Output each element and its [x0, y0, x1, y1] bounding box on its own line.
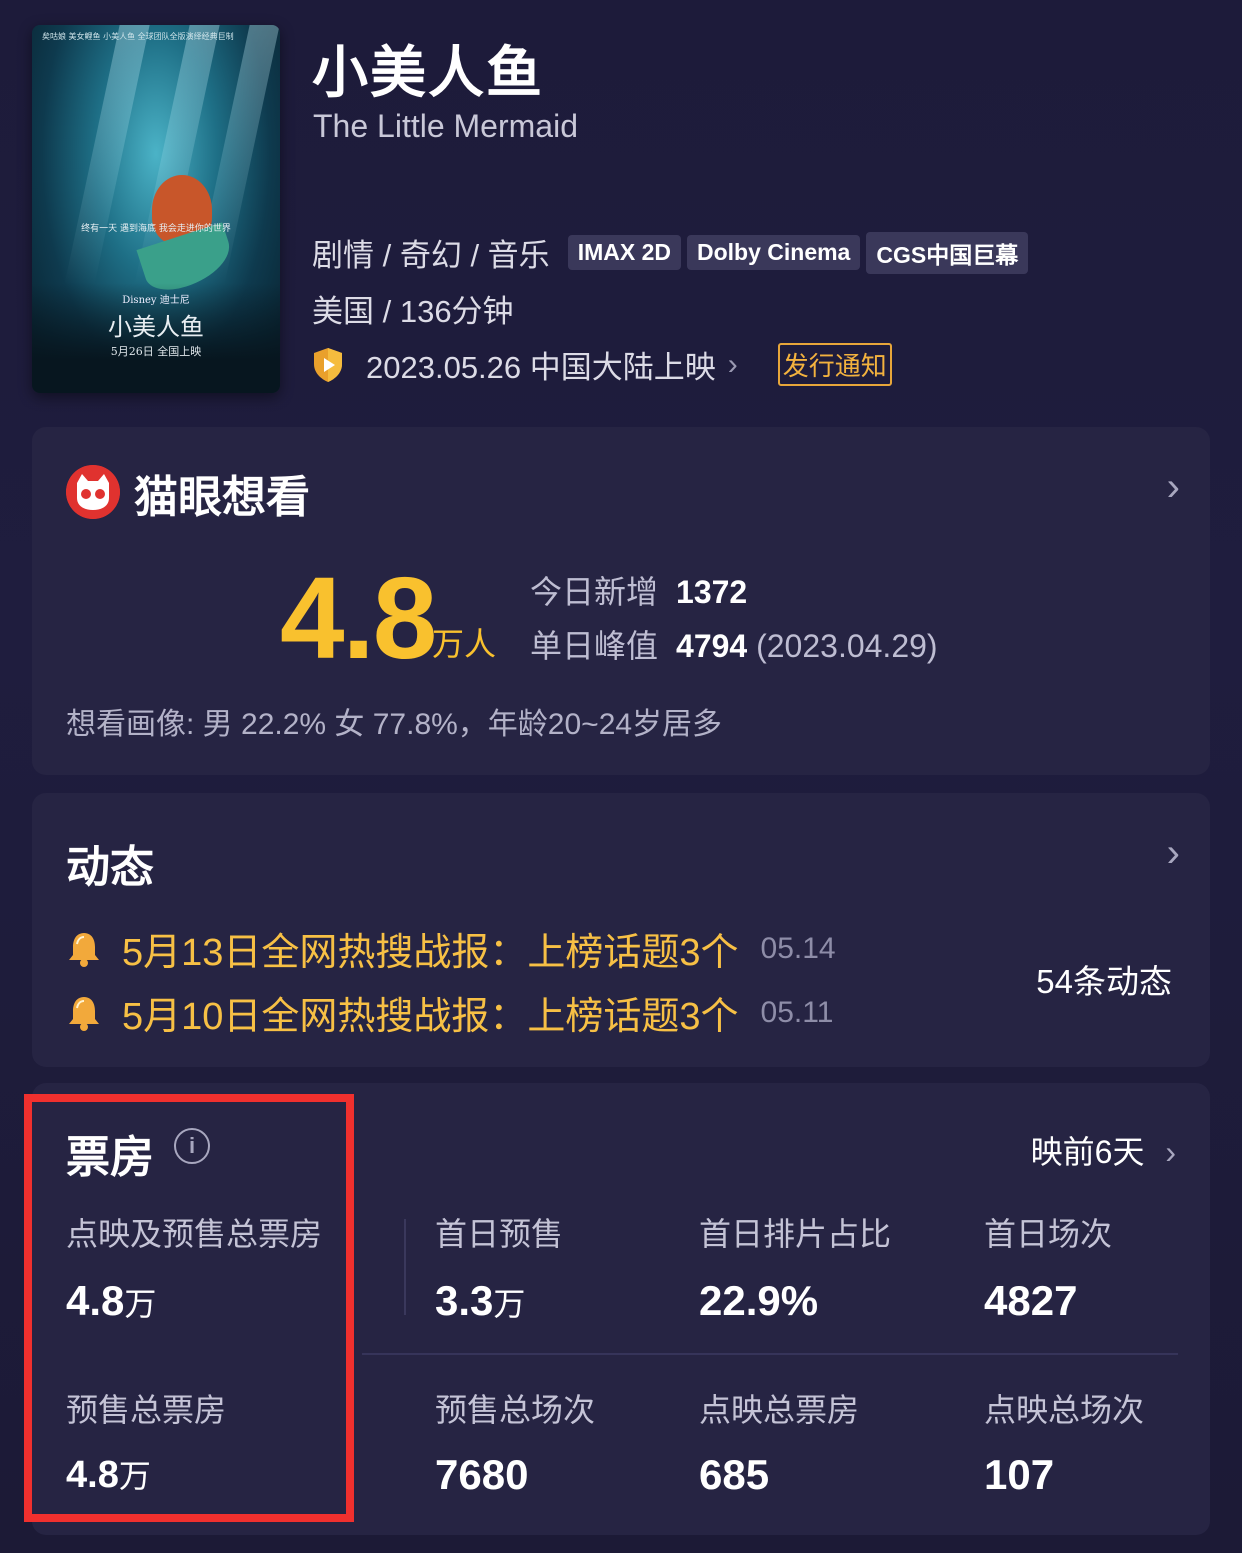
chevron-right-icon: › — [727, 347, 738, 381]
divider — [362, 1353, 1178, 1355]
divider — [404, 1219, 406, 1315]
daily-peak-date: (2023.04.29) — [756, 628, 938, 664]
daily-peak-label: 单日峰值 — [530, 628, 659, 664]
stat-label: 首日预售 — [435, 1216, 564, 1252]
shield-play-icon — [314, 347, 342, 382]
pre-release-days-label: 映前6天 — [1030, 1134, 1145, 1170]
movie-poster[interactable]: 矣咕娘 美女鲤鱼 小美人鱼 全球团队全版演绎经典巨制 终有一天 遇到海底 我会走… — [32, 25, 280, 393]
stat-value: 685 — [699, 1451, 770, 1498]
chevron-right-icon: › — [1165, 1134, 1176, 1170]
release-date: 2023.05.26 中国大陆上映 — [366, 350, 716, 385]
news-count[interactable]: 54条动态 — [1036, 955, 1172, 1003]
news-item-text: 5月13日全网热搜战报：上榜话题3个 — [122, 932, 739, 974]
movie-region-duration: 美国 / 136分钟 — [312, 294, 514, 329]
poster-light-ray — [64, 25, 150, 285]
today-new-label: 今日新增 — [530, 574, 659, 610]
release-notice-button[interactable]: 发行通知 — [777, 343, 892, 386]
stat-label: 首日排片占比 — [699, 1216, 892, 1252]
chevron-right-icon[interactable]: › — [1167, 831, 1180, 876]
stat-value: 7680 — [435, 1451, 529, 1498]
stat-value: 107 — [984, 1451, 1055, 1498]
stat-value: 22.9% — [699, 1277, 819, 1324]
release-row[interactable]: 2023.05.26 中国大陆上映 › 发行通知 — [312, 342, 892, 387]
format-tag-imax: IMAX 2D — [567, 235, 681, 270]
highlight-box — [24, 1094, 354, 1522]
stat-label: 预售总场次 — [435, 1392, 596, 1428]
pre-release-days[interactable]: 映前6天 › — [1031, 1127, 1176, 1173]
news-item[interactable]: 5月13日全网热搜战报：上榜话题3个 05.14 — [66, 921, 836, 976]
audience-portrait: 想看画像: 男 22.2% 女 77.8%，年龄20~24岁居多 — [66, 708, 723, 741]
poster-title: 小美人鱼 — [108, 313, 204, 341]
today-new-row: 今日新增 1372 — [530, 567, 747, 613]
format-tag-dolby: Dolby Cinema — [686, 235, 861, 270]
format-tag-cgs: CGS中国巨幕 — [866, 231, 1029, 274]
stat-label: 点映总场次 — [984, 1392, 1145, 1428]
bell-icon — [69, 996, 99, 1031]
daily-peak-value: 4794 — [676, 628, 748, 664]
chevron-right-icon[interactable]: › — [1167, 465, 1180, 510]
news-item-text: 5月10日全网热搜战报：上榜话题3个 — [122, 996, 739, 1038]
daily-peak-row: 单日峰值 4794 (2023.04.29) — [530, 621, 938, 667]
news-item-date: 05.11 — [760, 995, 834, 1029]
bell-icon — [69, 932, 99, 967]
poster-tagline: 终有一天 遇到海底 我会走进你的世界 — [81, 224, 231, 234]
want-to-watch-card[interactable]: 猫眼想看 › 4.8 万人 今日新增 1372 单日峰值 4794 (2023.04… — [32, 427, 1210, 775]
stat-value: 3.3万 — [435, 1277, 526, 1324]
cat-logo-icon — [66, 465, 120, 519]
news-item-date: 05.14 — [760, 931, 836, 965]
news-item[interactable]: 5月10日全网热搜战报：上榜话题3个 05.11 — [66, 985, 833, 1040]
want-number: 4.8 — [280, 553, 437, 683]
stat-value: 4827 — [984, 1277, 1078, 1324]
movie-genres: 剧情 / 奇幻 / 音乐 — [312, 238, 550, 273]
genre-row: 剧情 / 奇幻 / 音乐 IMAX 2D Dolby Cinema CGS中国巨… — [312, 230, 1034, 275]
today-new-value: 1372 — [676, 574, 748, 610]
news-card[interactable]: 动态 › 5月13日全网热搜战报：上榜话题3个 05.14 5月10日全网热搜战… — [32, 793, 1210, 1067]
poster-date: 5月26日 全国上映 — [110, 345, 202, 358]
news-title: 动态 — [66, 843, 154, 892]
movie-title-cn: 小美人鱼 — [312, 41, 544, 104]
stat-label: 首日场次 — [984, 1216, 1113, 1252]
want-unit: 万人 — [432, 626, 497, 662]
poster-brand: Disney 迪士尼 — [122, 295, 190, 306]
poster-top-text: 矣咕娘 美女鲤鱼 小美人鱼 全球团队全版演绎经典巨制 — [42, 32, 234, 41]
want-title: 猫眼想看 — [134, 473, 310, 522]
movie-title-en: The Little Mermaid — [313, 108, 578, 144]
stat-label: 点映总票房 — [699, 1392, 860, 1428]
